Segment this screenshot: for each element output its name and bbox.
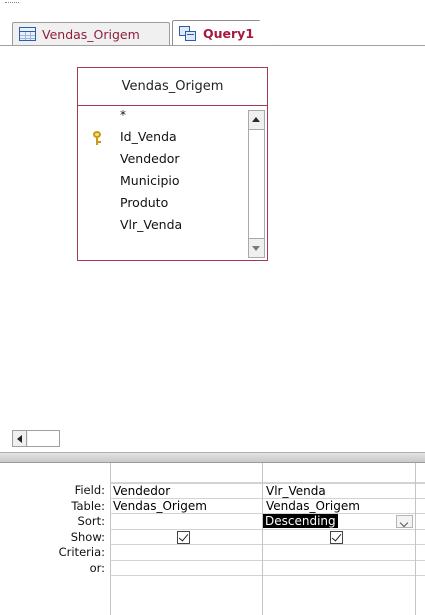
field-list-divider (78, 105, 267, 106)
field-cell[interactable] (416, 483, 425, 499)
field-item-id-venda[interactable]: Id_Venda (78, 126, 248, 148)
row-label-or: or: (89, 560, 105, 575)
tab-label: Query1 (203, 26, 255, 41)
grid-column-vendedor: Vendedor Vendas_Origem (110, 463, 262, 615)
tab-label: Vendas_Origem (42, 26, 140, 42)
field-list-items: * Id_Venda Vendedor Municipio Produto Vl… (78, 108, 248, 236)
table-cell[interactable]: Vendas_Origem (263, 499, 415, 514)
primary-key-icon (92, 131, 102, 145)
horizontal-scroll-track[interactable] (28, 431, 59, 446)
field-item-produto[interactable]: Produto (78, 192, 248, 214)
sort-cell[interactable] (416, 514, 425, 530)
design-pane-horizontal-scrollbar[interactable] (12, 430, 60, 447)
chevron-down-icon[interactable] (396, 515, 413, 528)
show-checkbox[interactable] (177, 530, 190, 544)
grid-column-vlr-venda: Vlr_Venda Vendas_Origem Descending (263, 463, 415, 615)
query-design-pane[interactable]: Vendas_Origem * Id_Venda Vendedor Munici… (0, 46, 425, 426)
sort-selected-value[interactable]: Descending (263, 514, 338, 528)
field-name: Municipio (120, 173, 180, 188)
scroll-up-button[interactable] (249, 111, 264, 128)
field-item-municipio[interactable]: Municipio (78, 170, 248, 192)
tab-query1[interactable]: Query1 (172, 20, 276, 46)
table-field-list[interactable]: Vendas_Origem * Id_Venda Vendedor Munici… (77, 67, 268, 261)
scroll-left-button[interactable] (13, 431, 27, 446)
row-label-criteria: Criteria: (58, 545, 105, 559)
show-cell (263, 530, 415, 545)
show-cell (110, 530, 262, 545)
show-cell[interactable] (416, 530, 425, 545)
field-cell[interactable]: Vendedor (110, 483, 262, 499)
sort-cell[interactable]: Descending (263, 514, 415, 530)
table-cell[interactable]: Vendas_Origem (110, 499, 262, 514)
sort-cell[interactable] (110, 514, 262, 530)
field-list-scrollbar[interactable] (248, 110, 265, 258)
row-label-sort: Sort: (77, 514, 105, 528)
or-cell[interactable] (416, 561, 425, 576)
or-cell[interactable] (263, 561, 415, 576)
grid-columns: Vendedor Vendas_Origem Vlr_Venda Vendas_… (110, 463, 425, 615)
grid-row-labels: Field: Table: Sort: Show: Criteria: or: (0, 483, 110, 576)
row-label-show: Show: (70, 529, 105, 544)
criteria-cell[interactable] (263, 545, 415, 561)
criteria-cell[interactable] (110, 545, 262, 561)
table-icon (19, 27, 36, 41)
field-name: Produto (120, 195, 169, 210)
scroll-thumb[interactable] (249, 129, 264, 239)
field-list-title[interactable]: Vendas_Origem (78, 68, 267, 105)
field-name: Vlr_Venda (120, 217, 183, 232)
grid-column-empty (416, 463, 425, 615)
or-cell[interactable] (110, 561, 262, 576)
table-cell[interactable] (416, 499, 425, 514)
query-design-grid: Field: Table: Sort: Show: Criteria: or: … (0, 463, 425, 615)
show-checkbox[interactable] (330, 530, 343, 544)
document-tab-strip: Vendas_Origem Query1 (0, 18, 425, 46)
field-item-vendedor[interactable]: Vendedor (78, 148, 248, 170)
top-dotted-mark (5, 2, 19, 6)
field-name: Id_Venda (120, 129, 177, 144)
tab-vendas-origem[interactable]: Vendas_Origem (12, 22, 170, 45)
row-label-table: Table: (71, 498, 105, 513)
field-item-all[interactable]: * (78, 108, 248, 126)
query-icon (179, 25, 197, 42)
scroll-down-button[interactable] (249, 240, 264, 257)
field-item-vlr-venda[interactable]: Vlr_Venda (78, 214, 248, 236)
row-label-field: Field: (74, 483, 105, 497)
criteria-cell[interactable] (416, 545, 425, 561)
pane-splitter[interactable] (0, 452, 425, 463)
field-name: Vendedor (120, 151, 180, 166)
field-name: * (120, 108, 126, 122)
window-top-strip (0, 0, 425, 18)
field-cell[interactable]: Vlr_Venda (263, 483, 415, 499)
